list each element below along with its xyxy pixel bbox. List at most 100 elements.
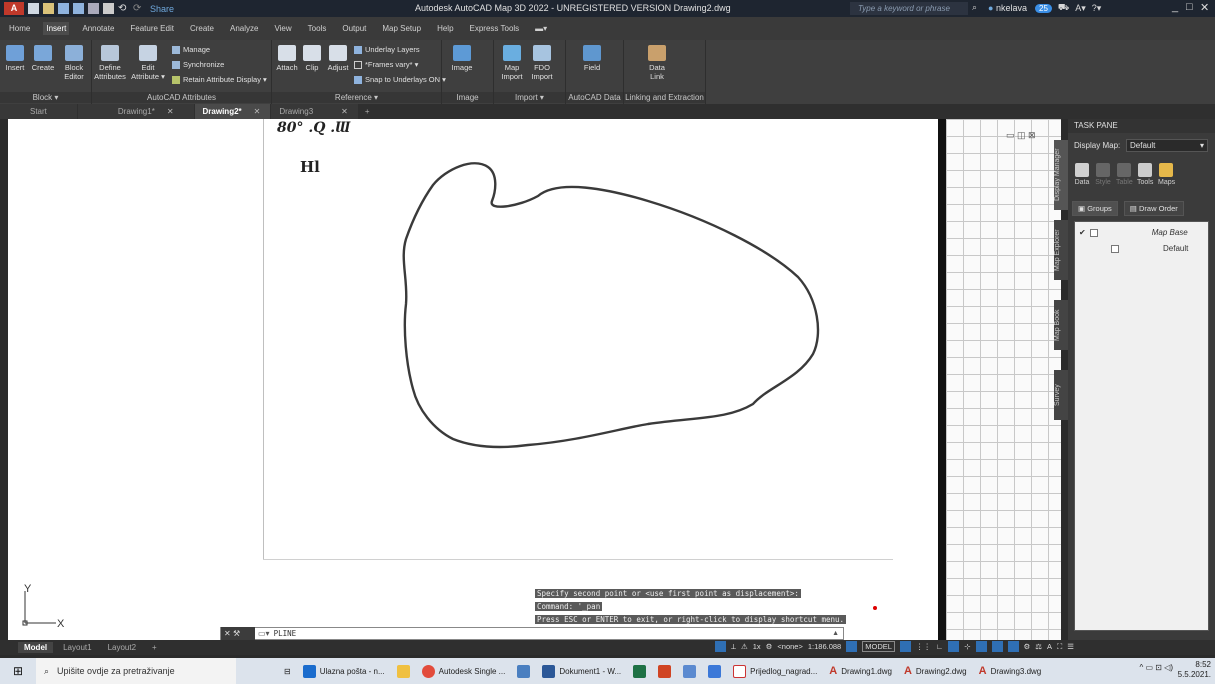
close-tab-icon[interactable]: ✕ — [254, 107, 261, 116]
dynamic-input-icon[interactable] — [975, 641, 987, 652]
tools-tool-button[interactable]: Tools — [1137, 163, 1153, 186]
annotation-icon[interactable]: ⟂ — [731, 642, 736, 652]
minimize-icon[interactable]: _ — [1172, 1, 1178, 13]
image-panel-title[interactable]: Image — [442, 92, 493, 103]
map-import-button[interactable]: Map Import — [498, 45, 526, 81]
snap-to-underlays-dropdown[interactable]: Snap to Underlays ON ▾ — [354, 75, 446, 85]
data-tool-button[interactable]: Data — [1074, 163, 1090, 186]
define-attributes-button[interactable]: Define Attributes — [94, 45, 126, 81]
new-tab-button[interactable]: + — [359, 104, 376, 119]
fullscreen-icon[interactable]: ⛶ — [1057, 642, 1062, 652]
taskbar-chrome[interactable]: Autodesk Single ... — [416, 658, 512, 684]
tab-home[interactable]: Home — [6, 22, 33, 35]
taskbar-app[interactable] — [511, 658, 536, 684]
block-panel-title[interactable]: Block ▾ — [0, 92, 91, 103]
tab-view[interactable]: View — [271, 22, 294, 35]
map-base-checkbox[interactable] — [1089, 228, 1098, 237]
image-button[interactable]: Image — [450, 45, 474, 72]
tab-map-setup[interactable]: Map Setup — [379, 22, 424, 35]
redo-icon[interactable]: ⟳ — [133, 3, 144, 14]
chevron-down-icon[interactable]: ✔ — [1079, 228, 1086, 237]
layout-tab-layout2[interactable]: Layout2 — [102, 642, 142, 653]
import-panel-title[interactable]: Import ▾ — [494, 92, 565, 103]
new-icon[interactable] — [28, 3, 39, 14]
reference-panel-title[interactable]: Reference ▾ — [272, 92, 441, 103]
workspace-icon[interactable]: ⚙ — [766, 642, 773, 651]
customization-menu-icon[interactable]: ☰ — [1067, 642, 1074, 651]
system-tray[interactable]: ^ ▭ ⊡ ◁) 8:52 5.5.2021. — [1140, 660, 1212, 680]
status-toggle-icon[interactable] — [715, 641, 726, 652]
settings-gear-icon[interactable]: ⚙ — [1024, 642, 1031, 651]
taskbar-app2[interactable] — [677, 658, 702, 684]
doc-tab-drawing2[interactable]: Drawing2* ✕ — [194, 104, 271, 119]
edit-attribute-button[interactable]: Edit Attribute ▾ — [130, 45, 166, 81]
annotation-visibility-icon[interactable] — [1007, 641, 1019, 652]
create-block-button[interactable]: Create — [30, 45, 56, 72]
app-logo[interactable]: A — [4, 2, 24, 15]
clip-button[interactable]: Clip — [302, 45, 322, 72]
doc-tab-start[interactable]: Start — [0, 104, 77, 119]
taskbar-drawing2[interactable]: A Drawing2.dwg — [898, 658, 973, 684]
tab-display-manager[interactable]: Display Manager — [1054, 140, 1068, 210]
maps-tool-button[interactable]: Maps — [1158, 163, 1175, 186]
start-button[interactable]: ⊞ — [0, 664, 36, 678]
tab-survey[interactable]: Survey — [1054, 370, 1068, 420]
coordinate-system[interactable]: <none> — [777, 642, 802, 651]
undo-icon[interactable]: ⟲ — [118, 3, 129, 14]
default-layer-checkbox[interactable] — [1111, 244, 1119, 253]
tab-map-book[interactable]: Map Book — [1054, 300, 1068, 350]
ribbon-toggle-icon[interactable]: ▬▾ — [532, 22, 550, 35]
outline-polyline[interactable] — [8, 119, 938, 640]
ortho-icon[interactable]: ∟ — [936, 642, 943, 651]
add-layout-button[interactable]: + — [146, 642, 163, 653]
hardware-acceleration-icon[interactable]: A — [1047, 642, 1052, 651]
groups-button[interactable]: ▣ Groups — [1072, 201, 1118, 216]
user-name[interactable]: ● nkelava — [988, 3, 1027, 13]
wrench-icon[interactable]: ⚒ — [233, 629, 240, 638]
display-map-select[interactable]: Default ▾ — [1126, 139, 1208, 152]
open-icon[interactable] — [43, 3, 54, 14]
share-button[interactable]: Share — [150, 4, 174, 14]
plot-icon[interactable] — [103, 3, 114, 14]
selection-cycling-icon[interactable] — [991, 641, 1003, 652]
annotation-scale-icon[interactable]: ⚠ — [741, 642, 748, 651]
maximize-icon[interactable]: □ — [1186, 1, 1193, 13]
frames-vary-dropdown[interactable]: *Frames vary* ▾ — [354, 60, 418, 70]
tab-analyze[interactable]: Analyze — [227, 22, 261, 35]
tab-output[interactable]: Output — [339, 22, 369, 35]
tray-icons[interactable]: ^ ▭ ⊡ ◁) — [1140, 663, 1174, 673]
search-icon[interactable]: ⌕ — [972, 2, 977, 13]
style-tool-button[interactable]: Style — [1095, 163, 1111, 186]
snap-mode-icon[interactable]: ⋮⋮ — [916, 642, 931, 651]
fdo-import-button[interactable]: FDO Import — [528, 45, 556, 81]
osnap-icon[interactable]: ⊹ — [964, 642, 970, 651]
insert-button[interactable]: Insert — [3, 45, 27, 72]
adjust-button[interactable]: Adjust — [324, 45, 352, 72]
tab-tools[interactable]: Tools — [305, 22, 330, 35]
attach-button[interactable]: Attach — [274, 45, 300, 72]
isolate-icon[interactable]: ⚖ — [1035, 642, 1042, 651]
notification-badge[interactable]: 25 — [1035, 3, 1052, 13]
doc-tab-drawing1[interactable]: Drawing1* ✕ — [77, 104, 194, 119]
taskbar-drawing1[interactable]: A Drawing1.dwg — [823, 658, 898, 684]
tab-annotate[interactable]: Annotate — [79, 22, 117, 35]
taskbar-excel[interactable] — [627, 658, 652, 684]
taskbar-explorer[interactable] — [391, 658, 416, 684]
tab-insert[interactable]: Insert — [43, 22, 70, 35]
command-expand-icon[interactable]: ▲ — [832, 630, 843, 637]
task-view-button[interactable]: ⊟ — [278, 658, 297, 684]
tab-create[interactable]: Create — [187, 22, 217, 35]
save-icon[interactable] — [58, 3, 69, 14]
drawing-canvas[interactable]: Y X — [8, 119, 1061, 640]
table-tool-button[interactable]: Table — [1116, 163, 1133, 186]
synchronize-button[interactable]: Synchronize — [172, 60, 224, 70]
retain-attribute-display-button[interactable]: Retain Attribute Display ▾ — [172, 75, 267, 85]
taskbar-outlook[interactable]: Ulazna pošta - n... — [297, 658, 391, 684]
scale-value[interactable]: 1:186.088 — [808, 642, 841, 651]
taskbar-powerpoint[interactable] — [652, 658, 677, 684]
search-input[interactable]: Type a keyword or phrase — [850, 2, 968, 15]
tab-express-tools[interactable]: Express Tools — [467, 22, 523, 35]
close-tab-icon[interactable]: ✕ — [341, 107, 348, 116]
tree-row-default[interactable]: Default — [1111, 244, 1188, 253]
close-command-line-icon[interactable]: ✕ — [224, 629, 231, 638]
